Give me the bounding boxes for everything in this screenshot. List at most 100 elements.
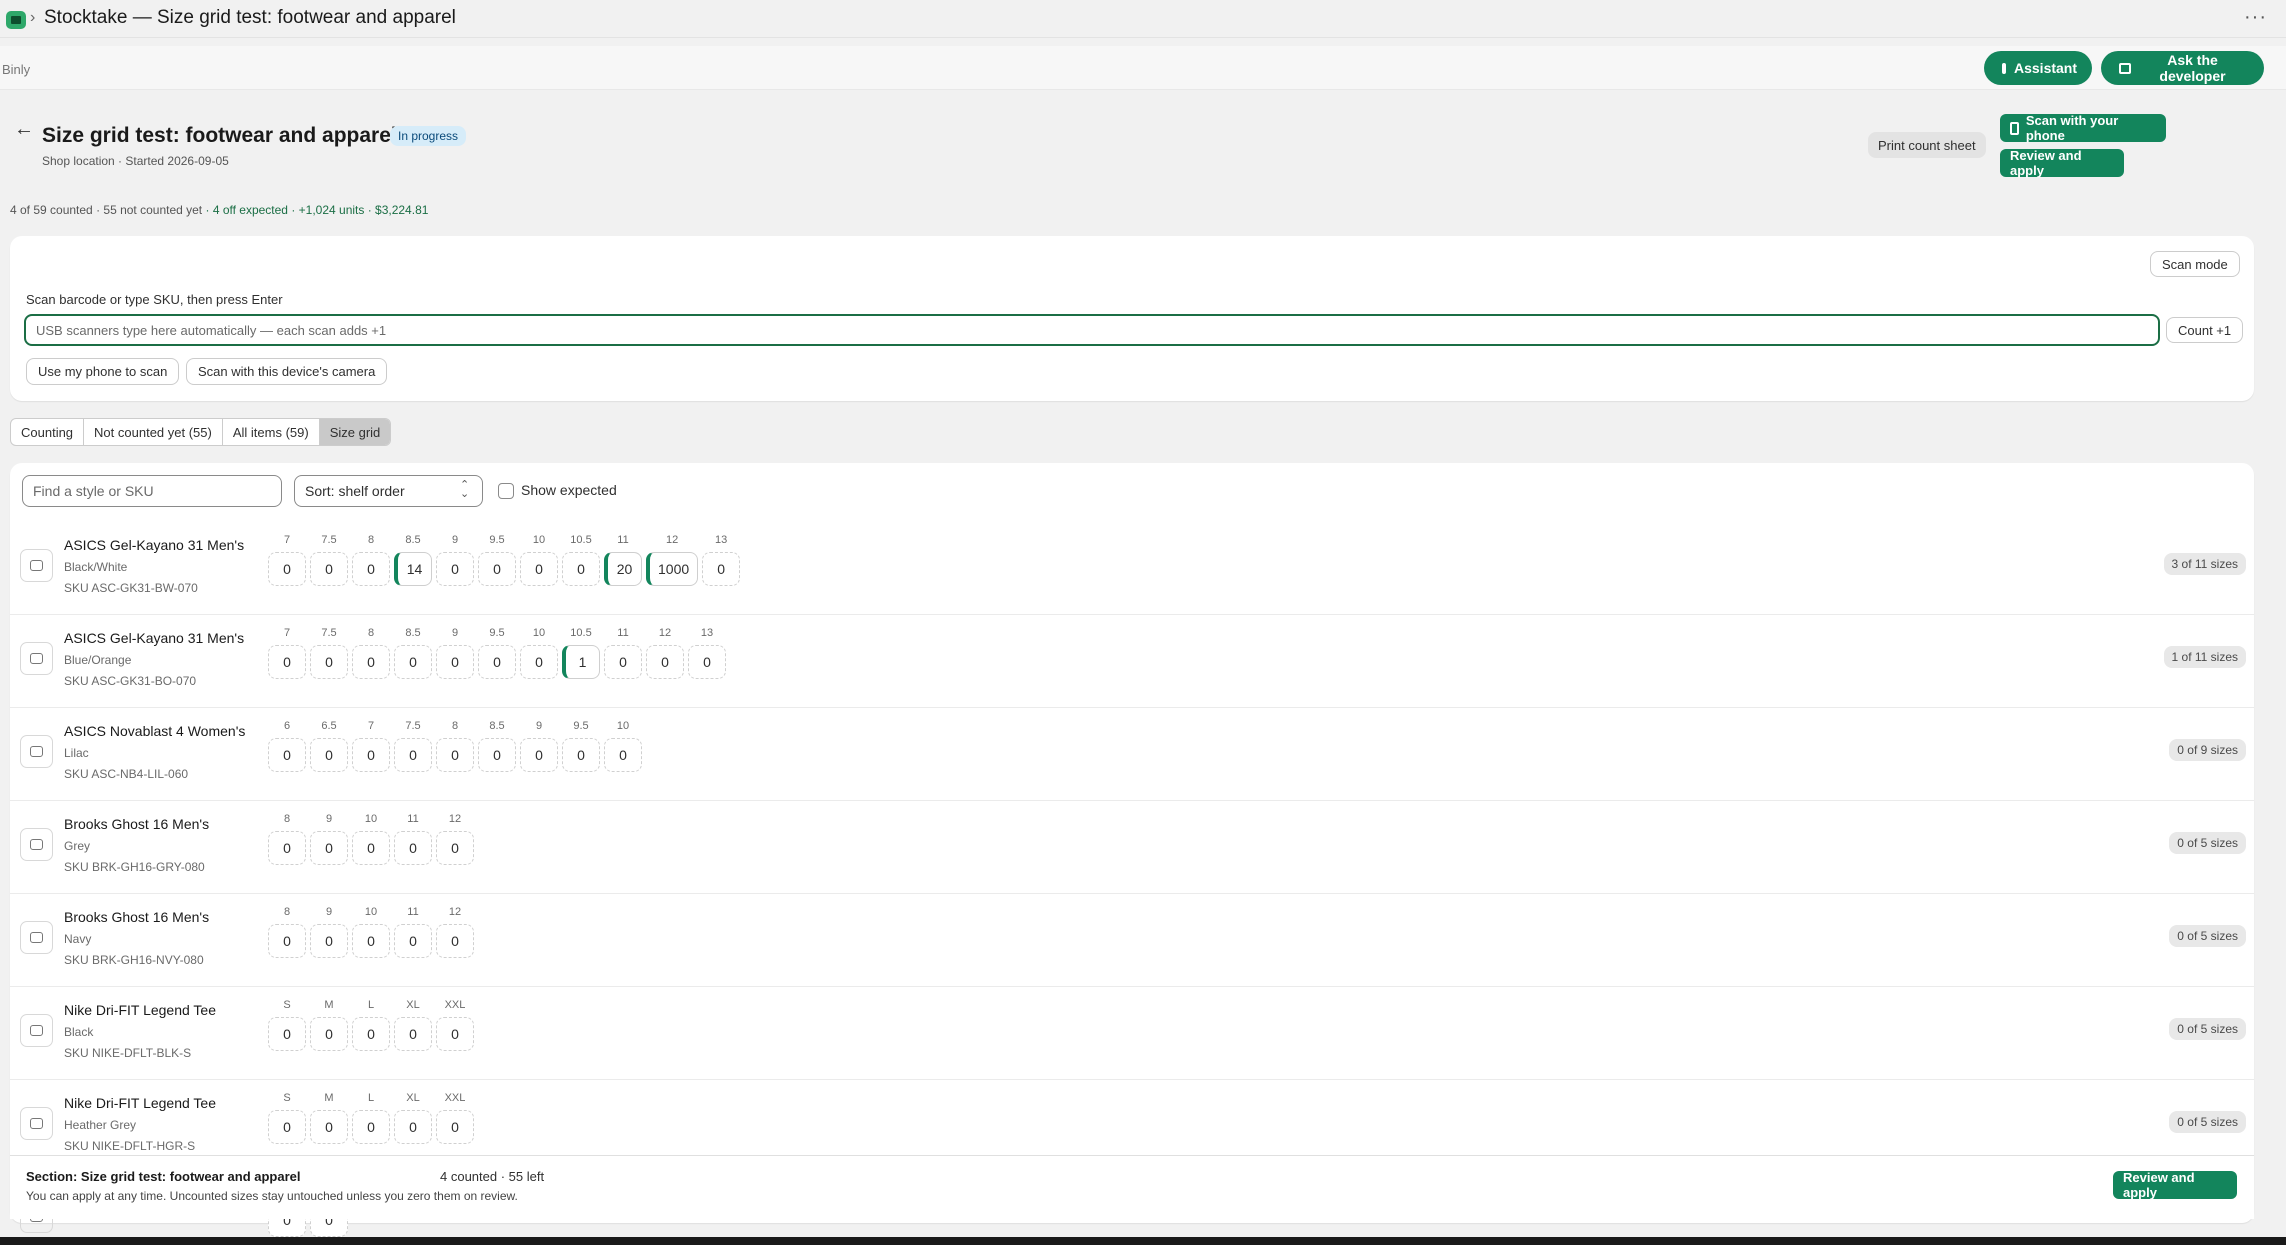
size-quantity-input[interactable]: 0 <box>352 831 390 865</box>
app-logo-icon[interactable] <box>6 11 26 29</box>
product-sku: SKU NIKE-DFLT-BLK-S <box>64 1046 192 1060</box>
show-expected-checkbox[interactable] <box>498 483 514 499</box>
size-quantity-input[interactable]: 0 <box>268 645 306 679</box>
size-quantity-input[interactable]: 0 <box>520 645 558 679</box>
size-label: 6.5 <box>321 720 337 732</box>
size-cell: 80 <box>268 904 306 958</box>
print-count-sheet-button[interactable]: Print count sheet <box>1868 132 1986 158</box>
size-inputs: 7 0 7.5 0 8 0 8.5 14 9 0 9.5 0 10 0 10.5 0 11 20 12 1000 13 0 <box>268 532 741 586</box>
size-quantity-input[interactable]: 0 <box>268 1017 306 1051</box>
review-and-apply-button[interactable]: Review and apply <box>2000 148 2124 178</box>
scan-mode-button[interactable]: Scan mode <box>2150 251 2240 277</box>
assistant-label: Assistant <box>2014 60 2078 76</box>
size-quantity-input[interactable]: 0 <box>688 645 726 679</box>
size-label: 11 <box>407 906 419 918</box>
size-quantity-input[interactable]: 0 <box>268 1110 306 1144</box>
more-options-icon[interactable]: ··· <box>2244 6 2267 29</box>
ask-developer-label: Ask the developer <box>2159 52 2226 84</box>
size-quantity-input[interactable]: 0 <box>436 924 474 958</box>
size-label: XXL <box>444 1092 466 1104</box>
size-quantity-input[interactable]: 0 <box>394 645 432 679</box>
size-label: 10 <box>532 534 546 546</box>
size-label: 9 <box>451 534 459 546</box>
size-quantity-input[interactable]: 0 <box>394 738 432 772</box>
size-quantity-input[interactable]: 0 <box>520 738 558 772</box>
size-quantity-input[interactable]: 0 <box>310 831 348 865</box>
product-variant: Black <box>64 1025 94 1039</box>
scan-with-device-camera-button[interactable]: Scan with this device's camera <box>186 358 388 385</box>
size-quantity-input[interactable]: 0 <box>352 924 390 958</box>
style-search-input[interactable] <box>22 475 282 507</box>
size-quantity-input[interactable]: 0 <box>562 738 600 772</box>
size-quantity-input[interactable]: 0 <box>520 552 558 586</box>
size-cell: 11 0 <box>394 811 432 865</box>
page-subtitle: Shop location · Started 2026-09-05 <box>42 154 229 168</box>
product-name: ASICS Gel-Kayano 31 Men's <box>64 630 245 646</box>
size-quantity-input[interactable]: 0 <box>436 738 474 772</box>
size-cell: 80 <box>436 718 474 772</box>
size-quantity-input[interactable]: 0 <box>478 645 516 679</box>
size-quantity-input[interactable]: 0 <box>310 1110 348 1144</box>
size-cell: 90 <box>310 904 348 958</box>
size-quantity-input[interactable]: 0 <box>436 552 474 586</box>
size-quantity-input[interactable]: 0 <box>352 1017 390 1051</box>
count-plus-one-button[interactable]: Count +1 <box>2166 317 2244 343</box>
scan-with-phone-button[interactable]: Scan with your phone <box>2000 113 2166 143</box>
size-quantity-input[interactable]: 14 <box>394 552 432 586</box>
size-quantity-input[interactable]: 0 <box>436 1017 474 1051</box>
size-quantity-input[interactable]: 0 <box>478 552 516 586</box>
size-quantity-input[interactable]: 0 <box>310 645 348 679</box>
size-quantity-input[interactable]: 0 <box>646 645 684 679</box>
size-cell: 70 <box>268 532 306 586</box>
size-quantity-input[interactable]: 0 <box>604 645 642 679</box>
size-cell: 10.5 0 <box>562 532 600 586</box>
tab-counting[interactable]: Counting <box>11 419 85 445</box>
size-quantity-input[interactable]: 0 <box>436 1110 474 1144</box>
size-quantity-input[interactable]: 1000 <box>646 552 699 586</box>
sizes-counted-badge: 3 of 11 sizes <box>2163 553 2246 575</box>
size-quantity-input[interactable]: 0 <box>478 738 516 772</box>
size-cell: 12 0 <box>646 625 684 679</box>
size-quantity-input[interactable]: 0 <box>268 924 306 958</box>
ask-developer-button[interactable]: Ask the developer <box>2101 51 2264 85</box>
size-cell: XL 0 <box>394 997 432 1051</box>
image-placeholder-icon <box>20 549 53 582</box>
size-quantity-input[interactable]: 0 <box>310 552 348 586</box>
tab-size-grid[interactable]: Size grid <box>319 419 391 445</box>
size-quantity-input[interactable]: 0 <box>352 552 390 586</box>
use-phone-to-scan-button[interactable]: Use my phone to scan <box>26 358 180 385</box>
size-quantity-input[interactable]: 20 <box>604 552 642 586</box>
size-quantity-input[interactable]: 0 <box>310 738 348 772</box>
size-label: 11 <box>617 627 629 639</box>
back-arrow-icon[interactable]: ← <box>14 118 34 141</box>
size-quantity-input[interactable]: 0 <box>310 924 348 958</box>
size-quantity-input[interactable]: 0 <box>394 1110 432 1144</box>
window-title: Stocktake — Size grid test: footwear and… <box>44 7 456 28</box>
size-quantity-input[interactable]: 0 <box>394 924 432 958</box>
size-label: L <box>367 999 375 1011</box>
size-quantity-input[interactable]: 0 <box>702 552 741 586</box>
size-cell: 8.5 14 <box>394 532 432 586</box>
sort-select[interactable]: Sort: shelf order <box>294 475 483 507</box>
size-quantity-input[interactable]: 0 <box>436 831 474 865</box>
size-quantity-input[interactable]: 0 <box>310 1017 348 1051</box>
tab-all-items[interactable]: All items (59) <box>223 419 320 445</box>
size-label: 10.5 <box>570 627 592 639</box>
assistant-button[interactable]: Assistant <box>1984 51 2092 85</box>
size-quantity-input[interactable]: 0 <box>352 738 390 772</box>
size-quantity-input[interactable]: 0 <box>604 738 642 772</box>
scan-input[interactable] <box>24 314 2160 346</box>
size-cell: 8.5 0 <box>478 718 516 772</box>
size-quantity-input[interactable]: 0 <box>562 552 600 586</box>
size-quantity-input[interactable]: 0 <box>352 1110 390 1144</box>
footer-review-and-apply-button[interactable]: Review and apply <box>2113 1170 2237 1200</box>
size-quantity-input[interactable]: 0 <box>268 831 306 865</box>
size-quantity-input[interactable]: 0 <box>436 645 474 679</box>
tab-not-counted-yet[interactable]: Not counted yet (55) <box>84 419 223 445</box>
size-quantity-input[interactable]: 0 <box>394 831 432 865</box>
size-quantity-input[interactable]: 0 <box>352 645 390 679</box>
size-quantity-input[interactable]: 0 <box>268 738 306 772</box>
size-quantity-input[interactable]: 1 <box>562 645 600 679</box>
size-quantity-input[interactable]: 0 <box>268 552 306 586</box>
size-quantity-input[interactable]: 0 <box>394 1017 432 1051</box>
